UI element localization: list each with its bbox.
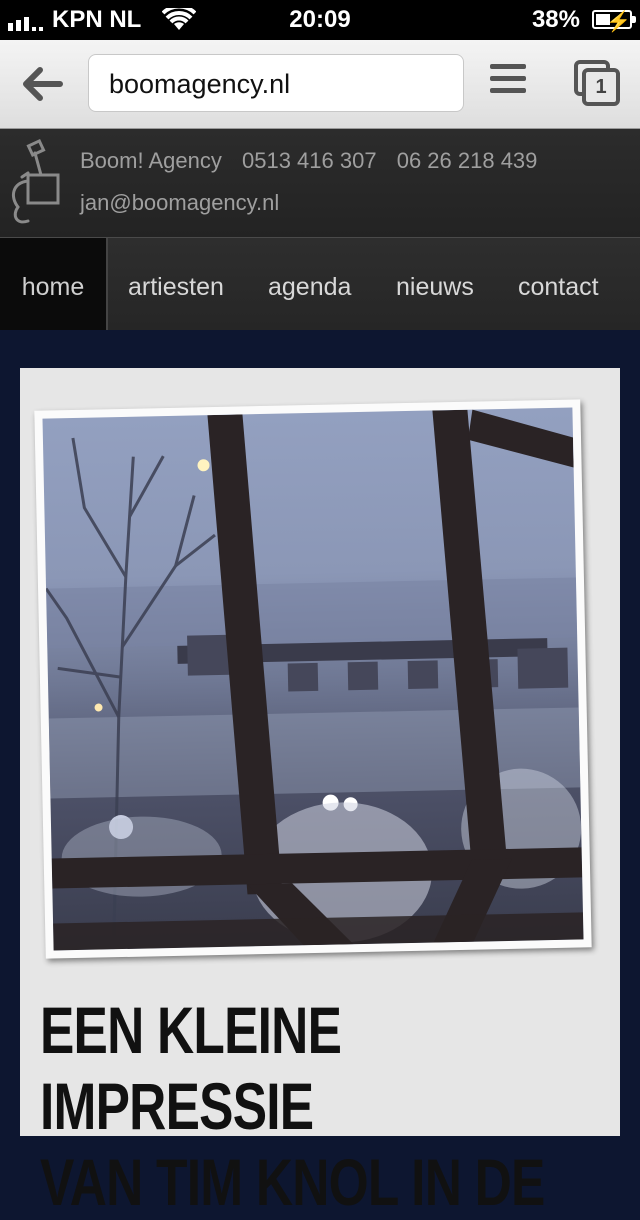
menu-icon[interactable] — [490, 64, 526, 104]
plunger-logo-icon[interactable] — [8, 137, 64, 229]
status-bar: KPN NL 20:09 38% ⚡ — [0, 0, 640, 40]
battery-icon: ⚡ — [592, 10, 636, 33]
nav-item-agenda[interactable]: agenda — [268, 238, 351, 330]
article-headline[interactable]: EEN KLEINE IMPRESSIE VAN TIM KNOL IN DE — [40, 992, 620, 1220]
article-photo[interactable] — [42, 407, 584, 951]
nav-item-home[interactable]: home — [0, 238, 108, 330]
nav-item-nieuws[interactable]: nieuws — [396, 238, 474, 330]
phone-number-1[interactable]: 0513 416 307 — [242, 148, 377, 173]
window-view-image — [44, 409, 584, 951]
main-nav: home artiesten agenda nieuws contact — [0, 238, 640, 330]
address-bar[interactable]: boomagency.nl — [88, 54, 464, 112]
nav-item-contact[interactable]: contact — [518, 238, 599, 330]
tab-count: 1 — [582, 68, 620, 106]
nav-item-artiesten[interactable]: artiesten — [128, 238, 224, 330]
headline-line-1: EEN KLEINE IMPRESSIE — [40, 993, 342, 1143]
back-arrow-icon[interactable] — [20, 62, 64, 106]
headline-line-2: VAN TIM KNOL IN DE — [40, 1145, 545, 1219]
phone-number-2[interactable]: 06 26 218 439 — [397, 148, 538, 173]
email-link[interactable]: jan@boomagency.nl — [80, 190, 279, 216]
article-photo-frame[interactable] — [34, 399, 592, 959]
tabs-icon[interactable]: 1 — [574, 60, 620, 106]
battery-percentage: 38% — [531, 6, 580, 33]
contact-line: Boom! Agency 0513 416 307 06 26 218 439 — [80, 148, 551, 174]
company-name: Boom! Agency — [80, 148, 222, 173]
site-header: Boom! Agency 0513 416 307 06 26 218 439 … — [0, 129, 640, 238]
browser-toolbar: boomagency.nl 1 — [0, 40, 640, 129]
